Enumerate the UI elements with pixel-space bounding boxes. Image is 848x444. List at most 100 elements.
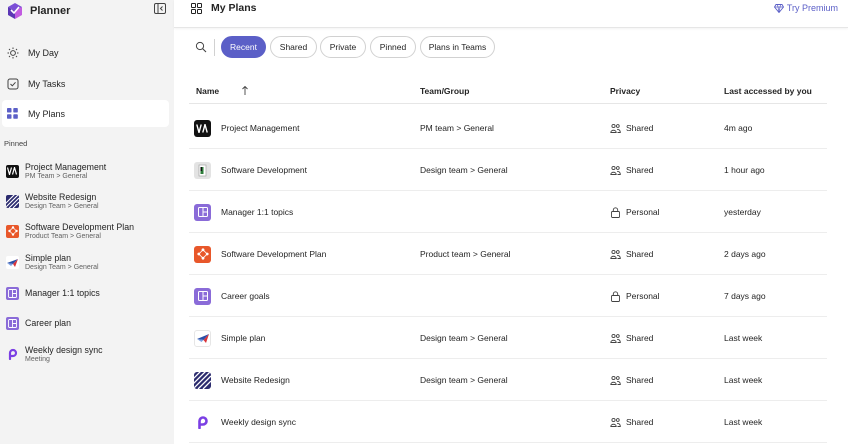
- sidebar: Planner My Day My Tasks My Plans Pinned …: [0, 0, 174, 444]
- plan-last-accessed: Last week: [724, 417, 763, 427]
- plan-team: Product team > General: [420, 249, 511, 259]
- app-name: Planner: [30, 5, 71, 17]
- plan-last-accessed: 4m ago: [724, 123, 753, 133]
- people-icon: [610, 249, 621, 260]
- pinned-item-weekly-design-sync[interactable]: Weekly design sync Meeting: [2, 340, 169, 368]
- network-icon: [6, 224, 19, 238]
- people-icon: [610, 333, 621, 344]
- column-header-last-accessed[interactable]: Last accessed by you: [724, 86, 812, 96]
- nav-my-day[interactable]: My Day: [2, 39, 169, 66]
- plan-team: Design team > General: [420, 333, 508, 343]
- plan-name: Project Management: [221, 123, 300, 133]
- table-row[interactable]: Career goals Personal 7 days ago: [189, 275, 827, 317]
- pinned-item-subtitle: PM Team > General: [25, 172, 88, 180]
- table-row[interactable]: Software Development Design team > Gener…: [189, 149, 827, 191]
- pinned-item-manager-topics[interactable]: Manager 1:1 topics: [2, 279, 169, 307]
- plan-team: Design team > General: [420, 165, 508, 175]
- board-icon: [194, 203, 211, 221]
- planner-logo-icon: [8, 3, 22, 19]
- table-row[interactable]: Manager 1:1 topics Personal yesterday: [189, 191, 827, 233]
- plan-last-accessed: yesterday: [724, 207, 761, 217]
- try-premium-label: Try Premium: [786, 3, 838, 13]
- table-header: Name Team/Group Privacy Last accessed by…: [189, 80, 827, 104]
- loop-icon: [194, 413, 211, 431]
- board-icon: [194, 287, 211, 305]
- sun-icon: [6, 46, 19, 59]
- pinned-item-website-redesign[interactable]: Website Redesign Design Team > General: [2, 187, 169, 215]
- column-header-team[interactable]: Team/Group: [420, 86, 469, 96]
- column-header-privacy[interactable]: Privacy: [610, 86, 640, 96]
- pm-logo-icon: [194, 119, 211, 137]
- plan-team: Design team > General: [420, 375, 508, 385]
- plane-icon: [6, 255, 19, 269]
- plan-privacy: Shared: [626, 165, 654, 175]
- app-brand[interactable]: Planner: [6, 2, 170, 20]
- plan-name: Weekly design sync: [221, 417, 296, 427]
- table-row[interactable]: Website Redesign Design team > General S…: [189, 359, 827, 401]
- filter-chip-pinned[interactable]: Pinned: [370, 36, 416, 58]
- board-icon: [6, 316, 19, 330]
- filter-chip-recent[interactable]: Recent: [221, 36, 266, 58]
- pinned-item-career-plan[interactable]: Career plan: [2, 309, 169, 337]
- stripes-icon: [194, 371, 211, 389]
- collapse-sidebar-icon[interactable]: [154, 3, 166, 14]
- people-icon: [610, 375, 621, 386]
- table-row[interactable]: Simple plan Design team > General Shared…: [189, 317, 827, 359]
- search-icon[interactable]: [195, 41, 207, 53]
- pinned-item-title: Weekly design sync: [25, 344, 103, 355]
- plan-name: Manager 1:1 topics: [221, 207, 294, 217]
- pinned-item-title: Software Development Plan: [25, 221, 135, 232]
- pinned-item-subtitle: Design Team > General: [25, 263, 99, 271]
- people-icon: [610, 417, 621, 428]
- nav-my-plans[interactable]: My Plans: [2, 100, 169, 127]
- plan-privacy: Shared: [626, 333, 654, 343]
- pinned-item-subtitle: Meeting: [25, 355, 50, 363]
- plan-last-accessed: 2 days ago: [724, 249, 766, 259]
- plan-last-accessed: 1 hour ago: [724, 165, 765, 175]
- nav-label: My Day: [28, 47, 59, 58]
- filter-chip-plans-in-teams[interactable]: Plans in Teams: [420, 36, 495, 58]
- filter-chip-shared[interactable]: Shared: [270, 36, 317, 58]
- plan-last-accessed: 7 days ago: [724, 291, 766, 301]
- plan-name: Software Development: [221, 165, 307, 175]
- page-header: My Plans Try Premium: [174, 0, 848, 28]
- plan-name: Software Development Plan: [221, 249, 327, 259]
- pinned-item-project-management[interactable]: Project Management PM Team > General: [2, 157, 169, 185]
- main-content: My Plans Try Premium Recent Shared Priva…: [174, 0, 848, 444]
- nav-label: My Plans: [28, 108, 66, 119]
- plan-privacy: Personal: [626, 291, 660, 301]
- nav-label: My Tasks: [28, 78, 66, 89]
- diamond-icon: [773, 3, 784, 13]
- pinned-item-title: Career plan: [25, 318, 71, 328]
- filter-chip-private[interactable]: Private: [320, 36, 366, 58]
- table-row[interactable]: Software Development Plan Product team >…: [189, 233, 827, 275]
- plan-privacy: Shared: [626, 249, 654, 259]
- plan-team: PM team > General: [420, 123, 494, 133]
- plan-privacy: Personal: [626, 207, 660, 217]
- network-icon: [194, 245, 211, 263]
- pinned-item-subtitle: Design Team > General: [25, 202, 99, 210]
- plane-icon: [194, 329, 211, 347]
- pm-logo-icon: [6, 164, 19, 178]
- pinned-item-simple-plan[interactable]: Simple plan Design Team > General: [2, 248, 169, 276]
- nav-my-tasks[interactable]: My Tasks: [2, 70, 169, 97]
- tasks-icon: [6, 77, 19, 90]
- filter-divider: [214, 39, 215, 56]
- try-premium-button[interactable]: Try Premium: [773, 3, 838, 13]
- plan-name: Career goals: [221, 291, 270, 301]
- page-title: My Plans: [211, 2, 257, 14]
- pinned-item-title: Manager 1:1 topics: [25, 288, 100, 298]
- people-icon: [610, 123, 621, 134]
- grid-outline-icon: [191, 3, 202, 14]
- lock-icon: [610, 290, 621, 302]
- stripes-icon: [6, 194, 19, 208]
- board-icon: [6, 286, 19, 300]
- column-header-name[interactable]: Name: [196, 86, 219, 96]
- pinned-item-software-development-plan[interactable]: Software Development Plan Product Team > …: [2, 217, 169, 245]
- table-row[interactable]: Project Management PM team > General Sha…: [189, 107, 827, 149]
- table-row[interactable]: Weekly design sync Shared Last week: [189, 401, 827, 443]
- code-doc-icon: [194, 161, 211, 179]
- people-icon: [610, 165, 621, 176]
- sort-ascending-icon[interactable]: [241, 85, 249, 96]
- pinned-section-label: Pinned: [4, 139, 28, 148]
